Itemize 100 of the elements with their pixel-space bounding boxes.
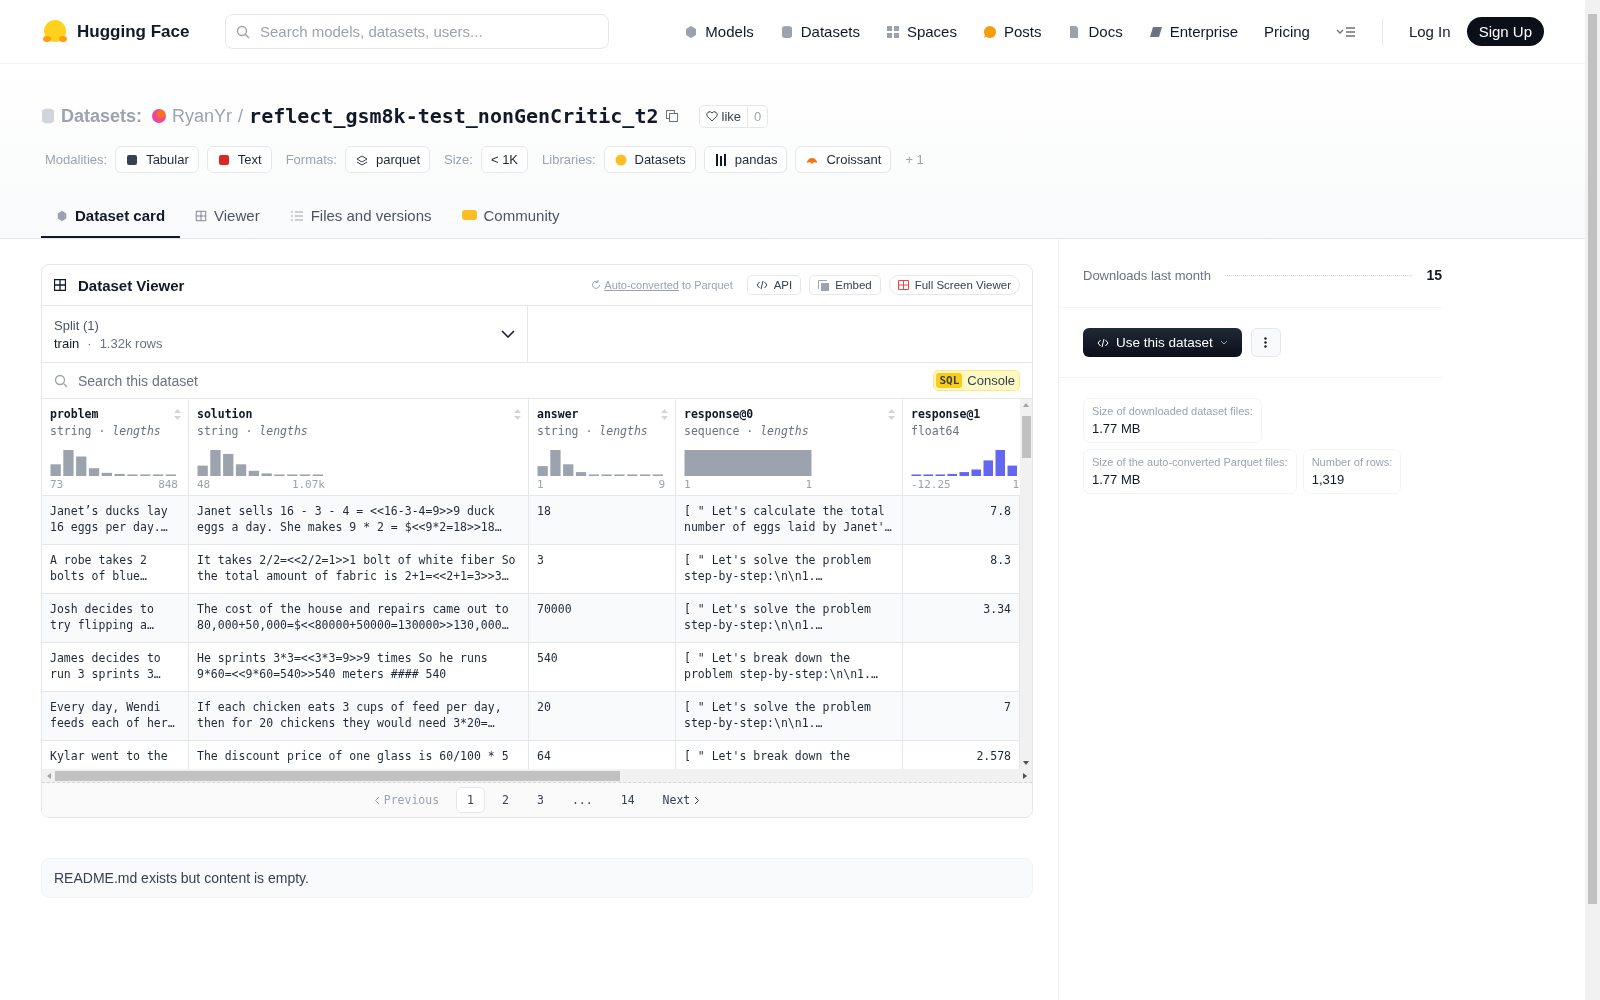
column-type: string · lengths: [537, 424, 649, 438]
range-min: 48: [197, 478, 211, 491]
search-field[interactable]: Search models, datasets, users...: [258, 22, 598, 41]
downloads-label: Downloads last month: [1083, 267, 1211, 283]
split-row-count: 1.32k rows: [99, 335, 163, 351]
viewer-button[interactable]: Embed: [809, 275, 881, 295]
split-select[interactable]: Split (1) train · 1.32k rows: [42, 306, 528, 362]
stat-label: Size of downloaded dataset files:: [1092, 405, 1253, 417]
sql-console-button[interactable]: SQL Console: [933, 370, 1020, 391]
menu-icon[interactable]: [1335, 24, 1356, 39]
sql-badge: SQL: [936, 373, 963, 388]
tab[interactable]: Viewer: [180, 197, 275, 238]
tag[interactable]: pandas: [703, 146, 788, 173]
grid-icon: [885, 24, 900, 39]
dataset-name: reflect_gsm8k-test_nonGenCritic_t2: [249, 104, 659, 128]
sort-icon[interactable]: [660, 408, 669, 421]
next-button[interactable]: Next: [651, 787, 712, 813]
range-min: -12.25: [911, 478, 951, 491]
copy-icon[interactable]: [664, 109, 679, 123]
table-cell: The cost of the house and repairs came out to 80,000+50,000=$<<80000+50000=130000>>130,000…: [189, 594, 529, 643]
table-cell: A robe takes 2 bolts of blue…: [42, 545, 189, 594]
path-separator: /: [238, 105, 244, 127]
range-max: 9: [658, 478, 665, 491]
nav-link[interactable]: Pricing: [1264, 23, 1310, 40]
database-icon: [779, 24, 794, 39]
column-header[interactable]: response@0 sequence · lengths 1 1: [676, 399, 903, 496]
tab[interactable]: Files and versions: [274, 197, 447, 238]
tag-group-label: Size:: [444, 152, 473, 167]
console-label: Console: [967, 373, 1015, 388]
database-icon: [41, 108, 55, 124]
nav-link[interactable]: Spaces: [885, 23, 957, 40]
viewer-title: Dataset Viewer: [78, 276, 185, 294]
table-cell: Janet sells 16 - 3 - 4 = <<16-3-4=9>>9 duck eggs a day. She makes 9 * 2 = $<<9*2=18>>18…: [189, 496, 529, 545]
tag[interactable]: Text: [206, 146, 272, 173]
page-button[interactable]: 3: [526, 787, 555, 813]
scroll-left-icon[interactable]: [46, 771, 52, 780]
column-type: float64: [911, 424, 961, 438]
section-label: Datasets:: [61, 105, 143, 127]
horizontal-scrollbar[interactable]: [42, 769, 1032, 783]
tag[interactable]: Croissant: [795, 146, 892, 173]
page-button[interactable]: 1: [456, 787, 486, 813]
range-max: 1: [1012, 478, 1019, 491]
more-options-button[interactable]: [1250, 328, 1281, 357]
table-cell: Every day, Wendi feeds each of her…: [42, 692, 189, 741]
nav-link[interactable]: Enterprise: [1148, 23, 1239, 40]
search-box[interactable]: Search models, datasets, users...: [225, 14, 609, 49]
table-cell: Josh decides to try flipping a…: [42, 594, 189, 643]
tag[interactable]: < 1K: [480, 146, 529, 173]
range-max: 1.07k: [291, 478, 325, 491]
column-type: string · lengths: [50, 424, 162, 438]
tab[interactable]: Dataset card: [41, 197, 181, 238]
use-dataset-button[interactable]: Use this dataset: [1083, 328, 1242, 357]
signup-button[interactable]: Sign Up: [1466, 17, 1544, 46]
table-cell: [ " Let's break down the problem step-by-step:\n\n1.…: [676, 643, 903, 692]
page-button[interactable]: ...: [560, 787, 604, 813]
readme-notice: README.md exists but content is empty.: [41, 858, 1033, 898]
viewer-button[interactable]: Full Screen Viewer: [888, 275, 1020, 295]
table-cell: [ " Let's solve the problem step-by-step:\n\n1.…: [676, 692, 903, 741]
table-cell: Janet’s ducks lay 16 eggs per day.…: [42, 496, 189, 545]
tag[interactable]: parquet: [344, 146, 430, 173]
nav-link[interactable]: Docs: [1067, 23, 1123, 40]
like-label: like: [721, 108, 741, 124]
split-separator: ·: [87, 335, 92, 351]
more-icon: [1264, 337, 1268, 348]
range-min: 1: [684, 478, 691, 491]
tag-group-label: Formats:: [285, 152, 337, 167]
page-scrollbar[interactable]: [1585, 0, 1600, 1000]
range-min: 1: [537, 478, 544, 491]
brand-name[interactable]: Hugging Face: [77, 21, 190, 42]
page-button[interactable]: 2: [491, 787, 520, 813]
sort-icon[interactable]: [173, 408, 182, 421]
scrollbar-thumb[interactable]: [55, 770, 620, 781]
tag[interactable]: Datasets: [603, 146, 696, 173]
scroll-down-icon[interactable]: [1022, 760, 1030, 766]
scroll-up-icon[interactable]: [1022, 402, 1030, 408]
page-button[interactable]: 14: [609, 787, 646, 813]
like-count: 0: [747, 105, 768, 127]
stat-label: Size of the auto-converted Parquet files:: [1092, 456, 1288, 468]
sort-icon[interactable]: [513, 408, 522, 421]
nav-link[interactable]: Datasets: [779, 23, 860, 40]
scroll-right-icon[interactable]: [1022, 771, 1028, 780]
tab[interactable]: Community: [446, 197, 575, 238]
viewer-button[interactable]: API: [746, 275, 802, 295]
nav-link[interactable]: Models: [684, 23, 754, 40]
chevron-down-icon: [501, 330, 515, 338]
table-cell: 18: [529, 496, 676, 545]
chevron-right-icon: [694, 795, 701, 805]
vertical-scrollbar[interactable]: [1020, 399, 1032, 769]
scrollbar-thumb[interactable]: [1588, 14, 1597, 904]
sort-icon[interactable]: [887, 408, 896, 421]
table-cell: 20: [529, 692, 676, 741]
stat-value: 1,319: [1311, 472, 1346, 487]
nav-link[interactable]: Posts: [982, 23, 1042, 40]
like-button[interactable]: like 0: [698, 104, 769, 128]
scrollbar-thumb[interactable]: [1021, 416, 1031, 458]
login-link[interactable]: Log In: [1408, 23, 1451, 40]
stat-label: Number of rows:: [1311, 456, 1393, 468]
split-value: train: [54, 335, 80, 351]
tag[interactable]: Tabular: [115, 146, 199, 173]
table-cell: 3.34: [903, 594, 1020, 643]
